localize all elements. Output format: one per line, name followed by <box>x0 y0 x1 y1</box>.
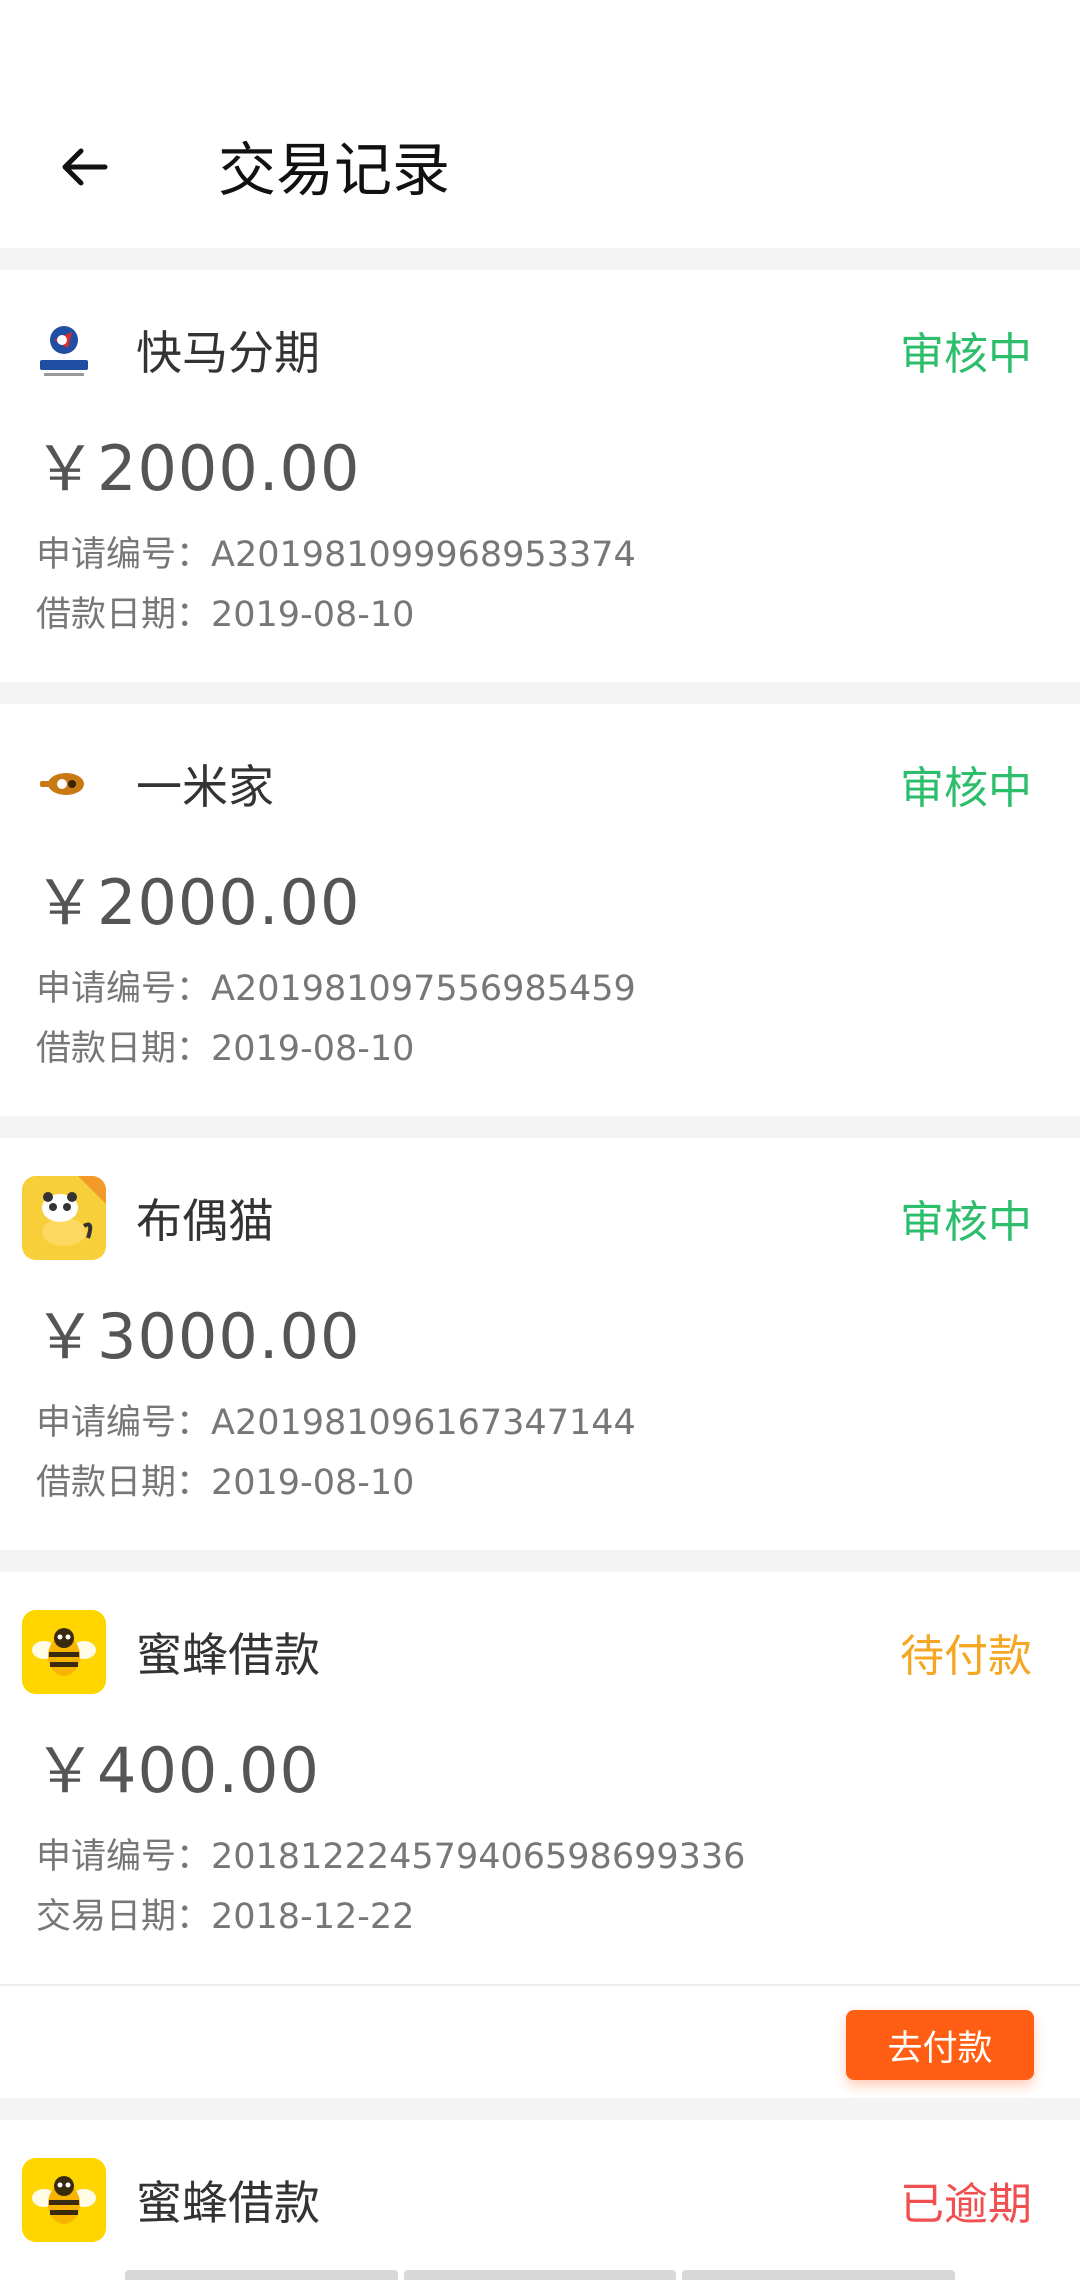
merchant-name: 一米家 <box>136 760 274 814</box>
transaction-card[interactable]: 布偶猫 审核中 ￥3000.00 申请编号：A20198109616734714… <box>0 1138 1080 1550</box>
amount: ￥400.00 <box>34 1734 320 1807</box>
transaction-card[interactable]: 蜜蜂借款 已逾期 <box>0 2120 1080 2280</box>
app-header: 交易记录 <box>0 92 1080 248</box>
transaction-date: 交易日期：2018-12-22 <box>36 1897 415 1937</box>
status-badge: 待付款 <box>900 1631 1032 1682</box>
merchant-name: 布偶猫 <box>136 1194 274 1248</box>
page-title: 交易记录 <box>218 136 451 204</box>
bee-logo-icon <box>22 1610 106 1694</box>
merchant-name: 快马分期 <box>136 326 320 380</box>
status-badge: 审核中 <box>900 763 1032 814</box>
loan-date: 借款日期：2019-08-10 <box>36 1463 415 1503</box>
status-badge: 审核中 <box>900 329 1032 380</box>
amount: ￥3000.00 <box>34 1300 361 1373</box>
transaction-card[interactable]: 一米家 审核中 ￥2000.00 申请编号：A20198109755698545… <box>0 704 1080 1116</box>
amount: ￥2000.00 <box>34 866 361 939</box>
yimijia-logo-icon <box>22 742 106 826</box>
transaction-card[interactable]: 蜜蜂借款 待付款 ￥400.00 申请编号：201812224579406598… <box>0 1572 1080 2098</box>
loan-date: 借款日期：2019-08-10 <box>36 595 415 635</box>
application-number: 申请编号：A201981099968953374 <box>36 535 636 575</box>
pay-button[interactable]: 去付款 <box>846 2010 1034 2080</box>
kuaima-logo-icon <box>22 308 106 392</box>
back-button[interactable] <box>50 132 120 202</box>
status-bar <box>0 0 1080 92</box>
buoumao-logo-icon <box>22 1176 106 1260</box>
status-badge: 审核中 <box>900 1197 1032 1248</box>
merchant-name: 蜜蜂借款 <box>136 2176 320 2230</box>
application-number: 申请编号：A201981097556985459 <box>36 969 636 1009</box>
arrow-left-icon <box>62 148 108 186</box>
transaction-list: 快马分期 审核中 ￥2000.00 申请编号：A2019810999689533… <box>0 270 1080 2280</box>
transaction-card[interactable]: 快马分期 审核中 ￥2000.00 申请编号：A2019810999689533… <box>0 270 1080 682</box>
bee-logo-icon <box>22 2158 106 2242</box>
amount: ￥2000.00 <box>34 432 361 505</box>
loan-date: 借款日期：2019-08-10 <box>36 1029 415 1069</box>
bottom-indicator <box>125 2270 956 2280</box>
card-footer: 去付款 <box>0 1984 1080 2098</box>
status-badge: 已逾期 <box>900 2179 1032 2230</box>
merchant-name: 蜜蜂借款 <box>136 1628 320 1682</box>
application-number: 申请编号：A201981096167347144 <box>36 1403 636 1443</box>
application-number: 申请编号：2018122245794065986993​36 <box>36 1837 746 1877</box>
